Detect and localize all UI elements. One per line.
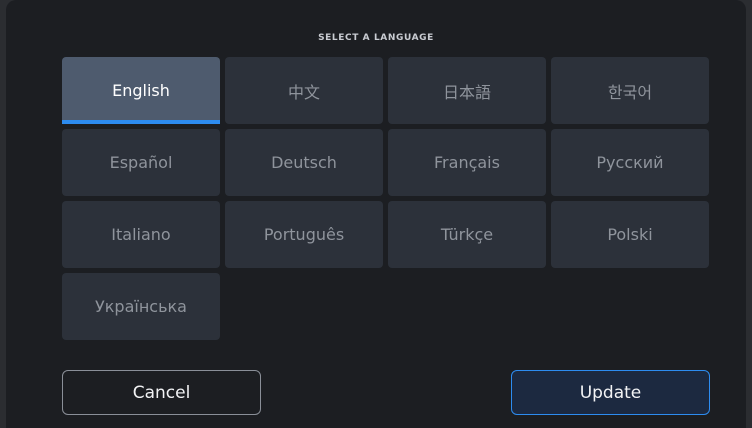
language-option-turkish[interactable]: Türkçe	[388, 201, 546, 268]
language-option-russian[interactable]: Русский	[551, 129, 709, 196]
language-option-french[interactable]: Français	[388, 129, 546, 196]
language-option-korean[interactable]: 한국어	[551, 57, 709, 124]
language-option-german[interactable]: Deutsch	[225, 129, 383, 196]
language-option-chinese[interactable]: 中文	[225, 57, 383, 124]
language-option-japanese[interactable]: 日本語	[388, 57, 546, 124]
language-option-spanish[interactable]: Español	[62, 129, 220, 196]
language-dialog: SELECT A LANGUAGE English 中文 日本語 한국어 Esp…	[6, 0, 746, 428]
language-option-english[interactable]: English	[62, 57, 220, 124]
language-option-italian[interactable]: Italiano	[62, 201, 220, 268]
language-option-portuguese[interactable]: Português	[225, 201, 383, 268]
language-option-ukrainian[interactable]: Українська	[62, 273, 220, 340]
language-option-polish[interactable]: Polski	[551, 201, 709, 268]
cancel-button[interactable]: Cancel	[62, 370, 261, 415]
language-grid: English 中文 日本語 한국어 Español Deutsch Franç…	[62, 57, 709, 340]
update-button[interactable]: Update	[511, 370, 710, 415]
dialog-title: SELECT A LANGUAGE	[318, 33, 434, 43]
